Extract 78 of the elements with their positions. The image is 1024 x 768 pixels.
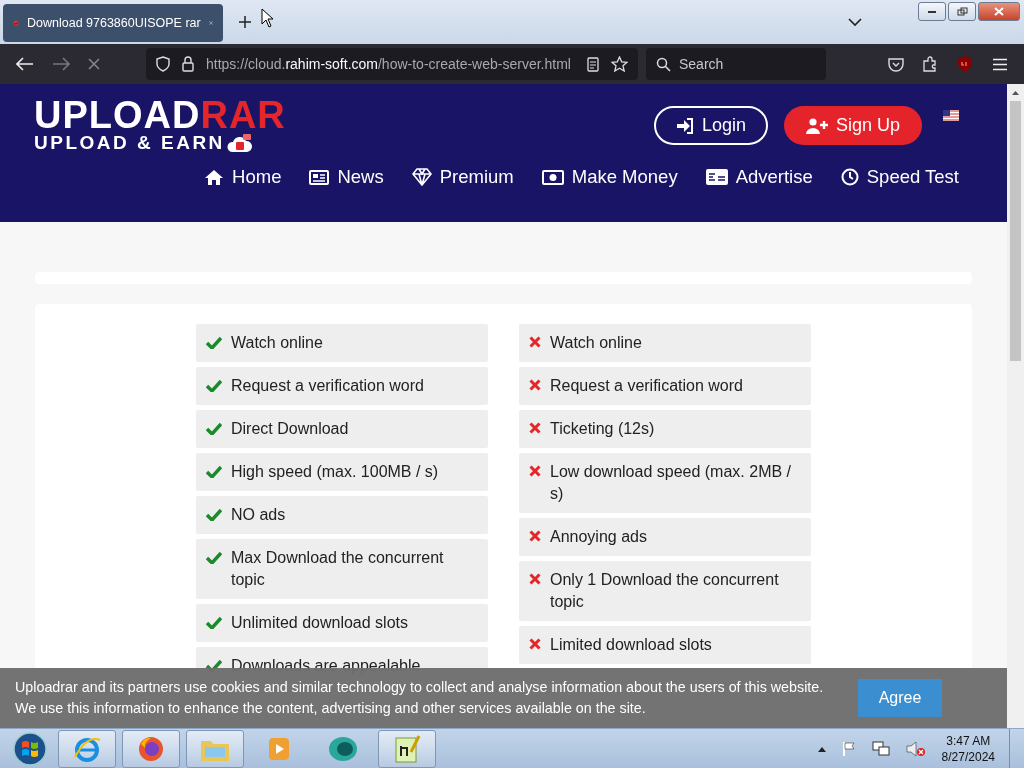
taskbar-item[interactable] bbox=[122, 729, 180, 768]
chevron-down-icon[interactable] bbox=[848, 17, 862, 27]
date-text: 8/27/2024 bbox=[941, 748, 995, 765]
taskbar-item[interactable] bbox=[58, 729, 116, 768]
scroll-up-icon[interactable] bbox=[1011, 90, 1020, 96]
search-field[interactable]: Search bbox=[646, 48, 826, 80]
clock[interactable]: 3:47 AM 8/27/2024 bbox=[941, 732, 995, 765]
app-icon bbox=[327, 734, 359, 763]
nav-link[interactable]: Speed Test bbox=[840, 166, 959, 188]
taskbar-item[interactable] bbox=[378, 729, 436, 768]
logo-tagline: UPLOAD & EARN bbox=[34, 132, 225, 154]
cloud-icon bbox=[226, 132, 253, 154]
reader-icon[interactable] bbox=[587, 56, 599, 72]
browser-tab[interactable]: Download 9763860UISOPE rar bbox=[3, 4, 223, 42]
login-button[interactable]: Login bbox=[653, 106, 768, 145]
feature-text: High speed (max. 100MB / s) bbox=[231, 462, 440, 482]
pocket-icon[interactable] bbox=[888, 56, 904, 72]
restore-icon bbox=[956, 7, 968, 16]
forward-icon[interactable] bbox=[52, 57, 70, 71]
nav-link[interactable]: Home bbox=[204, 166, 282, 188]
feature-text: NO ads bbox=[231, 505, 287, 525]
feature-text: Limited download slots bbox=[550, 635, 713, 655]
start-button[interactable] bbox=[12, 730, 48, 767]
nav-link[interactable]: News bbox=[309, 166, 384, 188]
logo-text: UPLOADRAR bbox=[34, 98, 286, 132]
address-bar[interactable]: https://cloud.rahim-soft.com/how-to-create-web-server.html bbox=[146, 48, 638, 80]
feature-text: Low download speed (max. 2MB / s) bbox=[550, 462, 792, 504]
feature-text: Direct Download bbox=[231, 419, 350, 439]
feature-text: Unlimited download slots bbox=[231, 613, 409, 633]
home-icon bbox=[204, 168, 225, 186]
feature-text: Watch online bbox=[231, 333, 324, 353]
close-icon[interactable] bbox=[208, 18, 213, 28]
feature-text: Annoying ads bbox=[550, 527, 648, 547]
cookie-text: Uploadrar and its partners use cookies and similar technology to collect and analyse information about the users of this website. bbox=[15, 678, 825, 697]
banknote-icon bbox=[541, 169, 564, 185]
media-player-icon bbox=[267, 735, 291, 762]
nav-link[interactable]: Premium bbox=[411, 166, 514, 188]
feature-text: Watch online bbox=[550, 333, 643, 353]
scroll-thumb[interactable] bbox=[1010, 101, 1021, 361]
lock-icon bbox=[182, 56, 194, 72]
tab-title: Download 9763860UISOPE rar bbox=[27, 16, 201, 30]
time-text: 3:47 AM bbox=[946, 732, 991, 749]
restore-button[interactable] bbox=[948, 2, 976, 21]
close-icon bbox=[994, 7, 1004, 16]
feature-text: Request a verification word bbox=[231, 376, 425, 396]
url-text: https://cloud.rahim-soft.com/how-to-create-web-server.html bbox=[206, 56, 572, 72]
scrollbar[interactable] bbox=[1007, 84, 1024, 728]
login-icon bbox=[675, 117, 694, 134]
feature-text: Request a verification word bbox=[550, 376, 744, 396]
nav-link[interactable]: Make Money bbox=[541, 166, 678, 188]
close-button[interactable] bbox=[978, 2, 1020, 21]
plus-icon[interactable] bbox=[238, 15, 252, 29]
extension-icon[interactable] bbox=[956, 55, 974, 73]
search-icon bbox=[656, 56, 671, 72]
diamond-icon bbox=[411, 168, 432, 186]
user-plus-icon bbox=[805, 117, 828, 134]
shield-icon bbox=[156, 56, 170, 72]
signup-button[interactable]: Sign Up bbox=[783, 106, 922, 145]
muted-speaker-icon[interactable] bbox=[905, 740, 926, 757]
cursor-icon bbox=[261, 8, 275, 28]
card-icon bbox=[705, 169, 728, 185]
minimize-button[interactable] bbox=[918, 2, 946, 21]
caret-up-icon[interactable] bbox=[817, 745, 826, 752]
feature-text: Max Download the concurrent topic bbox=[231, 548, 445, 590]
feature-text: Ticketing (12s) bbox=[550, 419, 656, 439]
nav-link[interactable]: Advertise bbox=[705, 166, 813, 188]
stop-icon[interactable] bbox=[88, 58, 100, 70]
notepad-icon bbox=[393, 733, 421, 764]
cookie-text: We use this information to enhance the content, advertising and other services available on the site. bbox=[15, 699, 647, 718]
network-icon[interactable] bbox=[871, 740, 890, 757]
feature-text: Only 1 Download the concurrent topic bbox=[550, 570, 780, 612]
newspaper-icon bbox=[309, 169, 330, 185]
puzzle-icon[interactable] bbox=[922, 56, 938, 72]
star-icon[interactable] bbox=[611, 56, 628, 72]
clock-icon bbox=[840, 168, 859, 186]
back-icon[interactable] bbox=[16, 57, 34, 71]
menu-icon[interactable] bbox=[992, 57, 1008, 71]
flag-icon[interactable] bbox=[943, 110, 959, 121]
